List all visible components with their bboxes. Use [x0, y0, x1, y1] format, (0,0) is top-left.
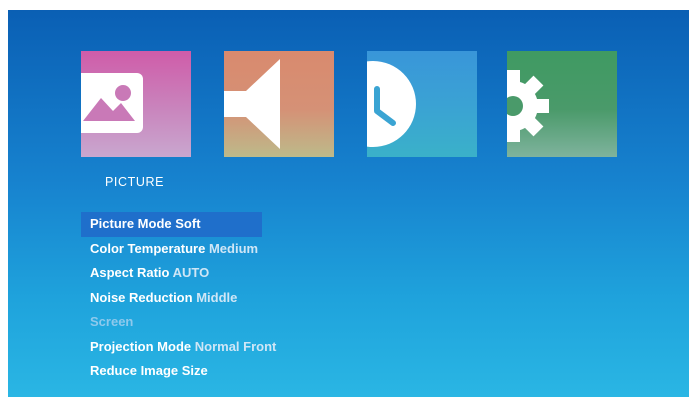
menu-item-reduce-image-size[interactable]: Reduce Image Size: [81, 359, 276, 384]
category-tile-sound[interactable]: [224, 51, 334, 157]
menu-item-value: Soft: [175, 216, 201, 231]
menu-item-label: Color Temperature: [90, 240, 206, 256]
menu-item-value: Middle: [196, 289, 238, 305]
menu-item-color-temperature[interactable]: Color Temperature Medium: [81, 237, 276, 262]
menu-item-picture-mode[interactable]: Picture Mode Soft: [81, 212, 262, 237]
menu-item-noise-reduction[interactable]: Noise Reduction Middle: [81, 286, 276, 311]
category-tile-picture[interactable]: [81, 51, 191, 157]
menu-item-projection-mode[interactable]: Projection Mode Normal Front: [81, 335, 276, 360]
picture-icon: [81, 73, 143, 133]
category-tile-setup[interactable]: [507, 51, 617, 157]
menu-item-value: AUTO: [172, 265, 210, 280]
menu-item-label: Picture Mode: [90, 216, 172, 231]
menu-item-aspect-ratio[interactable]: Aspect Ratio AUTO: [81, 261, 276, 286]
menu-item-label: Noise Reduction: [90, 289, 193, 305]
gear-icon: [507, 70, 549, 142]
menu-item-screen: Screen: [81, 310, 276, 335]
osd-screen: PICTURE Picture Mode Soft Color Temperat…: [8, 10, 689, 397]
selected-category-label: PICTURE: [105, 175, 165, 189]
settings-menu: Picture Mode Soft Color Temperature Medi…: [81, 212, 276, 384]
menu-item-value: Medium: [208, 240, 259, 256]
menu-item-label: Aspect Ratio: [90, 265, 170, 280]
category-tile-time[interactable]: [367, 51, 477, 157]
speaker-icon: [224, 59, 280, 149]
clock-icon: [367, 61, 416, 147]
menu-item-label: Reduce Image Size: [90, 363, 208, 378]
menu-item-label: Projection Mode: [90, 338, 192, 354]
menu-item-value: Normal Front: [194, 338, 277, 354]
menu-item-label: Screen: [90, 314, 134, 329]
